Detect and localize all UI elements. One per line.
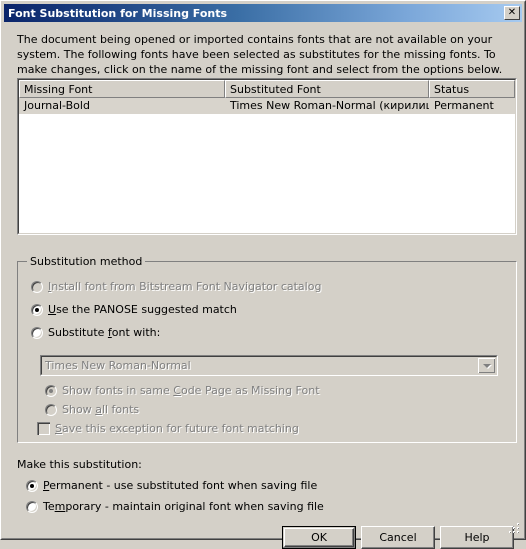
resize-grip-icon[interactable] bbox=[507, 521, 521, 535]
dialog-window-inner: Font Substitution for Missing Fonts ✕ Th… bbox=[1, 1, 525, 549]
dialog-title: Font Substitution for Missing Fonts bbox=[8, 6, 228, 20]
list-header-row: Missing Font Substituted Font Status bbox=[19, 80, 515, 98]
checkbox-indicator bbox=[37, 422, 50, 435]
checkbox-label: Save this exception for future font matc… bbox=[55, 422, 299, 435]
radio-use-panose-match[interactable]: Use the PANOSE suggested match bbox=[31, 303, 237, 316]
make-substitution-label: Make this substitution: bbox=[17, 458, 142, 471]
radio-indicator bbox=[26, 479, 38, 492]
cell-missing-font: Journal-Bold bbox=[24, 99, 90, 112]
dialog-window: Font Substitution for Missing Fonts ✕ Th… bbox=[0, 0, 526, 549]
cell-status: Permanent bbox=[434, 99, 494, 112]
radio-show-all-fonts[interactable]: Show all fonts bbox=[45, 403, 139, 416]
ok-button[interactable]: OK bbox=[282, 526, 356, 549]
font-substitution-list[interactable]: Missing Font Substituted Font Status Jou… bbox=[17, 78, 517, 235]
checkbox-save-exception[interactable]: Save this exception for future font matc… bbox=[37, 422, 299, 435]
radio-indicator bbox=[31, 303, 43, 316]
substitution-method-group-title: Substitution method bbox=[27, 255, 146, 268]
chevron-down-glyph bbox=[482, 363, 491, 368]
radio-label: Permanent - use substituted font when sa… bbox=[43, 479, 318, 492]
ok-button-label: OK bbox=[311, 531, 327, 544]
radio-label: Substitute font with: bbox=[48, 326, 161, 339]
column-header-missing-font[interactable]: Missing Font bbox=[19, 80, 225, 98]
radio-label: Temporary - maintain original font when … bbox=[43, 500, 324, 513]
close-icon[interactable]: ✕ bbox=[504, 6, 520, 20]
radio-substitute-font-with[interactable]: Substitute font with: bbox=[31, 326, 160, 339]
radio-indicator bbox=[31, 326, 43, 339]
cell-substituted-font: Times New Roman-Normal (кирилица) bbox=[230, 99, 429, 112]
column-header-substituted-font[interactable]: Substituted Font bbox=[225, 80, 429, 98]
substitute-font-combo[interactable]: Times New Roman-Normal bbox=[40, 355, 498, 376]
radio-label: Install font from Bitstream Font Navigat… bbox=[48, 280, 322, 293]
intro-text: The document being opened or imported co… bbox=[17, 33, 503, 76]
radio-install-from-bitstream[interactable]: Install font from Bitstream Font Navigat… bbox=[31, 280, 321, 293]
table-row[interactable]: Journal-Bold Times New Roman-Normal (кир… bbox=[19, 98, 515, 114]
radio-indicator bbox=[45, 403, 57, 416]
radio-indicator bbox=[45, 384, 57, 397]
combo-selected-value: Times New Roman-Normal bbox=[45, 359, 191, 372]
column-header-status[interactable]: Status bbox=[429, 80, 515, 98]
close-glyph: ✕ bbox=[507, 7, 517, 18]
cancel-button-label: Cancel bbox=[379, 531, 417, 544]
help-button[interactable]: Help bbox=[440, 526, 514, 549]
cancel-button[interactable]: Cancel bbox=[361, 526, 435, 549]
radio-show-fonts-same-code-page[interactable]: Show fonts in same Code Page as Missing … bbox=[45, 384, 320, 397]
chevron-down-icon[interactable] bbox=[478, 358, 495, 373]
font-substitution-list-inner: Missing Font Substituted Font Status Jou… bbox=[18, 79, 516, 234]
radio-label: Show fonts in same Code Page as Missing … bbox=[62, 384, 320, 397]
radio-indicator bbox=[31, 280, 43, 293]
help-button-label: Help bbox=[464, 531, 490, 544]
radio-indicator bbox=[26, 500, 38, 513]
radio-label: Use the PANOSE suggested match bbox=[48, 303, 237, 316]
dialog-content: The document being opened or imported co… bbox=[4, 24, 522, 549]
radio-permanent[interactable]: Permanent - use substituted font when sa… bbox=[26, 479, 317, 492]
radio-label: Show all fonts bbox=[62, 403, 140, 416]
radio-temporary[interactable]: Temporary - maintain original font when … bbox=[26, 500, 324, 513]
title-bar[interactable]: Font Substitution for Missing Fonts ✕ bbox=[4, 4, 522, 22]
